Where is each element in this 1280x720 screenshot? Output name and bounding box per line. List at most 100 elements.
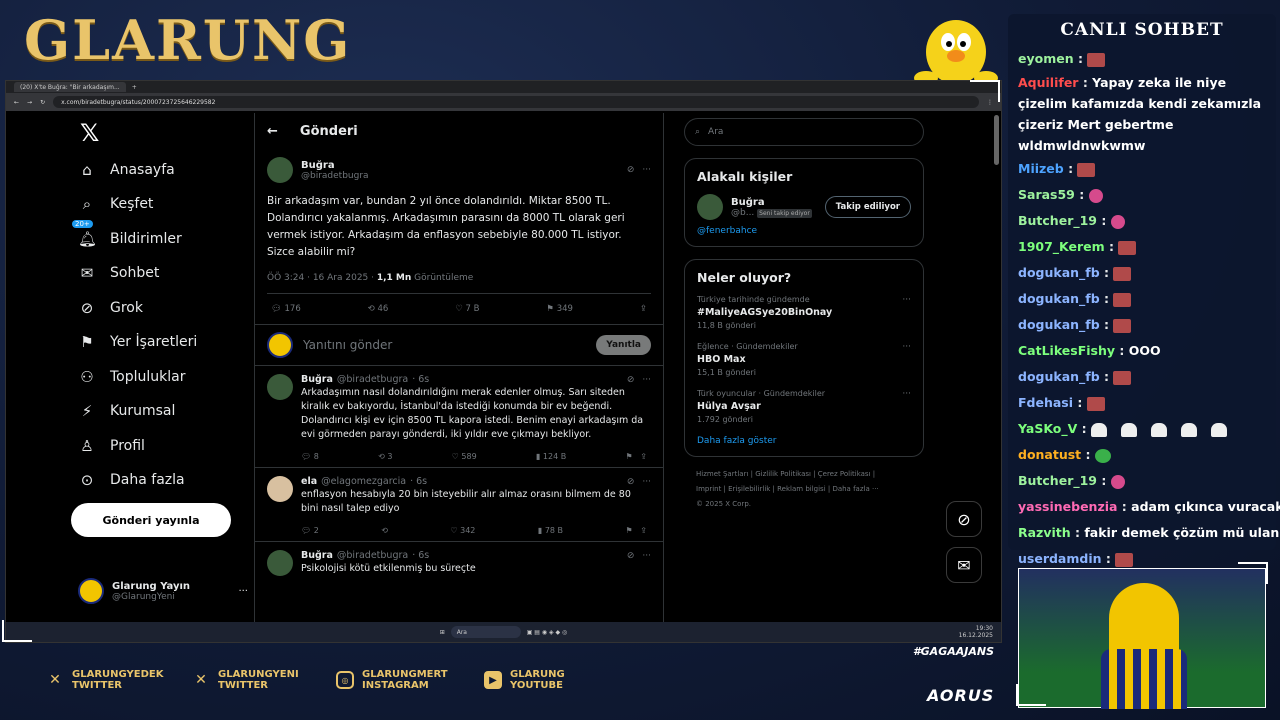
nav-item-more[interactable]: ⊙ Daha fazla [78, 471, 185, 489]
reload-icon[interactable]: ↻ [40, 99, 45, 106]
more-icon[interactable]: ··· [642, 375, 651, 385]
taskbar-search[interactable]: Ara [450, 626, 521, 638]
trend-item[interactable]: Türkiye tarihinde gündemde #MaliyeAGSye20… [697, 295, 911, 330]
like-action[interactable]: ♡ 342 [450, 526, 475, 535]
reply-action[interactable]: 💬︎ 2 [301, 526, 319, 535]
forward-icon[interactable]: → [27, 99, 32, 106]
chat-username[interactable]: 1907_Kerem [1018, 239, 1105, 254]
show-more-link[interactable]: Daha fazla göster [697, 436, 911, 446]
following-button[interactable]: Takip ediliyor [824, 196, 911, 218]
grok-icon[interactable]: ⊘ [627, 165, 635, 175]
reply-item[interactable]: Buğra @biradetbugra · 6s ⊘ ··· Arkadaşımın n… [255, 366, 663, 468]
chat-username[interactable]: dogukan_fb [1018, 369, 1100, 384]
footer-line[interactable]: Imprint | Erişilebilirlik | Reklam bilgi… [696, 482, 924, 497]
grok-fab-icon[interactable]: ⊘ [946, 501, 982, 537]
more-icon[interactable]: ··· [642, 165, 651, 175]
more-icon[interactable]: ··· [902, 342, 911, 352]
reply-action[interactable]: 💬︎ 176 [271, 304, 301, 314]
more-icon[interactable]: ··· [642, 477, 651, 487]
like-action[interactable]: ♡ 7 B [455, 304, 479, 314]
author-name[interactable]: ela [301, 476, 317, 487]
chat-username[interactable]: Razvith [1018, 525, 1071, 540]
windows-start-icon[interactable]: ⊞ [440, 629, 445, 636]
reply-item[interactable]: Buğra @biradetbugra · 6s ⊘ ··· Psikolojisi k… [255, 542, 663, 582]
chat-username[interactable]: dogukan_fb [1018, 265, 1100, 280]
grok-icon[interactable]: ⊘ [627, 375, 635, 385]
avatar[interactable] [267, 476, 293, 502]
social-link[interactable]: ✕ GLARUNGYEDEK TWITTER [46, 669, 163, 691]
avatar[interactable] [267, 550, 293, 576]
chat-username[interactable]: Butcher_19 [1018, 213, 1097, 228]
post-button[interactable]: Gönderi yayınla [71, 503, 231, 537]
chat-username[interactable]: donatust [1018, 447, 1081, 462]
chat-username[interactable]: Butcher_19 [1018, 473, 1097, 488]
chat-username[interactable]: Fdehasi [1018, 395, 1073, 410]
chat-username[interactable]: userdamdin [1018, 551, 1102, 566]
messages-fab-icon[interactable]: ✉ [946, 547, 982, 583]
nav-item-home[interactable]: ⌂ Anasayfa [78, 161, 174, 179]
reply-item[interactable]: ela @elagomezgarcia · 6s ⊘ ··· enflasyon hes… [255, 468, 663, 542]
nav-item-explore[interactable]: ⌕ Keşfet [78, 195, 154, 213]
trend-item[interactable]: Eğlence · Gündemdekiler HBO Max 15,1 B gön… [697, 342, 911, 377]
chat-username[interactable]: dogukan_fb [1018, 291, 1100, 306]
bookmark-icon[interactable]: ⚑ ⇪ [625, 526, 647, 535]
reply-button[interactable]: Yanıtla [596, 335, 651, 355]
share-icon[interactable]: ⇪ [640, 304, 647, 314]
more-icon[interactable]: ··· [902, 389, 911, 399]
more-icon[interactable]: ··· [902, 295, 911, 305]
avatar[interactable] [267, 157, 293, 183]
social-link[interactable]: ◎ GLARUNGMERT INSTAGRAM [336, 669, 448, 691]
chat-username[interactable]: CatLikesFishy [1018, 343, 1115, 358]
avatar[interactable] [267, 374, 293, 400]
author-handle[interactable]: @biradetbugra [337, 374, 408, 385]
grok-icon[interactable]: ⊘ [627, 551, 635, 561]
chat-username[interactable]: YaSKo_V [1018, 421, 1077, 436]
bio-link[interactable]: @fenerbahce [697, 226, 911, 236]
author-handle[interactable]: @elagomezgarcia [321, 476, 406, 487]
grok-icon[interactable]: ⊘ [627, 477, 635, 487]
chat-username[interactable]: dogukan_fb [1018, 317, 1100, 332]
nav-item-notifications[interactable]: 🔔︎ 20+ Bildirimler [72, 220, 182, 248]
x-logo-icon[interactable]: 𝕏 [80, 119, 99, 147]
chat-username[interactable]: Saras59 [1018, 187, 1075, 202]
chat-username[interactable]: yassinebenzia [1018, 499, 1117, 514]
like-action[interactable]: ♡ 589 [452, 452, 477, 461]
taskbar-app-icon[interactable]: ▣ ▤ ◉ ◈ ◆ ◎ [527, 629, 568, 636]
author-name[interactable]: Buğra [301, 550, 333, 561]
author-handle[interactable]: @biradetbugra [301, 171, 369, 181]
address-bar[interactable]: x.com/biradetbugra/status/20007237256462… [53, 96, 979, 108]
author-name[interactable]: Buğra [301, 160, 369, 171]
chat-username[interactable]: Miizeb [1018, 161, 1064, 176]
nav-item-messages[interactable]: ✉ Sohbet [78, 264, 160, 282]
repost-action[interactable]: ⟲ 46 [368, 304, 389, 314]
nav-item-bookmarks[interactable]: ⚑ Yer İşaretleri [78, 333, 197, 351]
nav-item-grok[interactable]: ⊘ Grok [78, 299, 143, 317]
scrollbar[interactable] [994, 115, 999, 165]
related-person[interactable]: Buğra @b... Seni takip ediyor Takip edil… [697, 194, 911, 220]
author-handle[interactable]: @biradetbugra [337, 550, 408, 561]
trend-item[interactable]: Türk oyuncular · Gündemdekiler Hülya Avşa… [697, 389, 911, 424]
nav-item-profile[interactable]: ♙ Profil [78, 437, 145, 455]
reply-action[interactable]: 💬︎ 8 [301, 452, 319, 461]
back-icon[interactable]: ← [14, 99, 19, 106]
back-arrow-icon[interactable]: ← [267, 124, 278, 139]
chat-username[interactable]: Aquilifer [1018, 75, 1078, 90]
bookmark-icon[interactable]: ⚑ ⇪ [625, 452, 647, 461]
social-link[interactable]: ✕ GLARUNGYENI TWITTER [192, 669, 299, 691]
account-switcher[interactable]: Glarung Yayın @GlarungYeni ··· [78, 578, 248, 604]
views-action[interactable]: ▮ 124 B [536, 452, 566, 461]
repost-action[interactable]: ⟲ [381, 526, 388, 535]
bookmark-action[interactable]: ⚑ 349 [546, 304, 573, 314]
nav-item-business[interactable]: ⚡︎ Kurumsal [78, 402, 176, 420]
repost-action[interactable]: ⟲ 3 [378, 452, 392, 461]
taskbar-clock[interactable]: 19:30 16.12.2025 [959, 625, 993, 639]
footer-line[interactable]: Hizmet Şartları | Gizlilik Politikası | … [696, 467, 924, 482]
browser-tab[interactable]: (20) X'te Buğra: "Bir arkadaşım... [14, 82, 126, 92]
social-link[interactable]: ▶ GLARUNG YOUTUBE [484, 669, 565, 691]
more-icon[interactable]: ··· [642, 551, 651, 561]
new-tab-icon[interactable]: + [132, 84, 137, 91]
chat-username[interactable]: eyomen [1018, 51, 1074, 66]
views-action[interactable]: ▮ 78 B [538, 526, 563, 535]
search-input[interactable]: ⌕ Ara [684, 118, 924, 146]
author-name[interactable]: Buğra [301, 374, 333, 385]
